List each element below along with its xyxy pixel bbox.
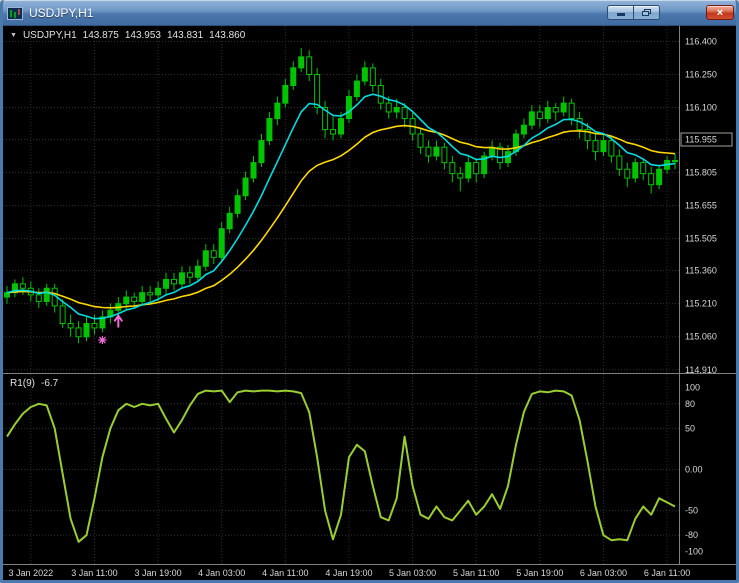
indicator-axis-label: -50	[685, 506, 698, 516]
title-bar[interactable]: USDJPY,H1 ×	[3, 0, 736, 26]
price-axis-label: 115.060	[685, 332, 717, 342]
price-axis-label: 115.505	[685, 234, 717, 244]
minimize-icon	[616, 13, 625, 16]
candle	[481, 151, 488, 179]
price-axis-label: 115.655	[685, 201, 717, 211]
time-axis-label: 6 Jan 03:00	[580, 568, 627, 578]
indicator-axis-label: 100	[685, 382, 700, 392]
time-axis-label: 3 Jan 2022	[9, 568, 54, 578]
close-button[interactable]: ×	[706, 5, 734, 20]
window-title: USDJPY,H1	[29, 6, 94, 20]
chart-window: USDJPY,H1 × 116.400 116.250 116.100 115.955…	[0, 0, 739, 583]
chart-icon	[7, 6, 23, 20]
price-axis-label: 114.910	[685, 365, 717, 375]
time-axis-label: 3 Jan 19:00	[135, 568, 182, 578]
time-axis-label: 5 Jan 19:00	[516, 568, 563, 578]
indicator-axis-label: 0.00	[685, 465, 703, 475]
time-axis-label: 4 Jan 03:00	[198, 568, 245, 578]
price-chart[interactable]: 116.400 116.250 116.100 115.955 115.805 115.6…	[3, 26, 736, 580]
chart-area: 116.400 116.250 116.100 115.955 115.805 115.6…	[3, 26, 736, 580]
time-axis-label: 4 Jan 11:00	[262, 568, 308, 578]
time-axis-label: 6 Jan 11:00	[644, 568, 690, 578]
indicator-axis-label: -100	[685, 547, 703, 557]
indicator-axis-label: -80	[685, 530, 698, 540]
time-axis-label: 5 Jan 11:00	[453, 568, 499, 578]
time-axis-label: 3 Jan 11:00	[71, 568, 117, 578]
time-axis-label: 5 Jan 03:00	[389, 568, 436, 578]
candle	[314, 67, 321, 115]
time-axis-label: 4 Jan 19:00	[325, 568, 372, 578]
star-annotation	[98, 336, 107, 345]
restore-icon	[642, 9, 651, 16]
window-controls	[607, 5, 660, 20]
indicator-axis-label: 80	[685, 399, 695, 409]
price-axis-label: 116.250	[685, 69, 717, 79]
price-axis-label: 115.210	[685, 299, 717, 309]
price-axis-label: 115.805	[685, 168, 717, 178]
restore-button[interactable]	[633, 5, 660, 20]
indicator-axis-label: 50	[685, 423, 695, 433]
minimize-button[interactable]	[607, 5, 634, 20]
price-axis-label: 116.400	[685, 36, 717, 46]
chart-background	[3, 26, 736, 580]
price-axis-label: 116.100	[685, 103, 717, 113]
close-icon: ×	[716, 6, 724, 19]
price-axis-label: 115.360	[685, 266, 717, 276]
price-axis-label: 115.955	[685, 134, 717, 144]
